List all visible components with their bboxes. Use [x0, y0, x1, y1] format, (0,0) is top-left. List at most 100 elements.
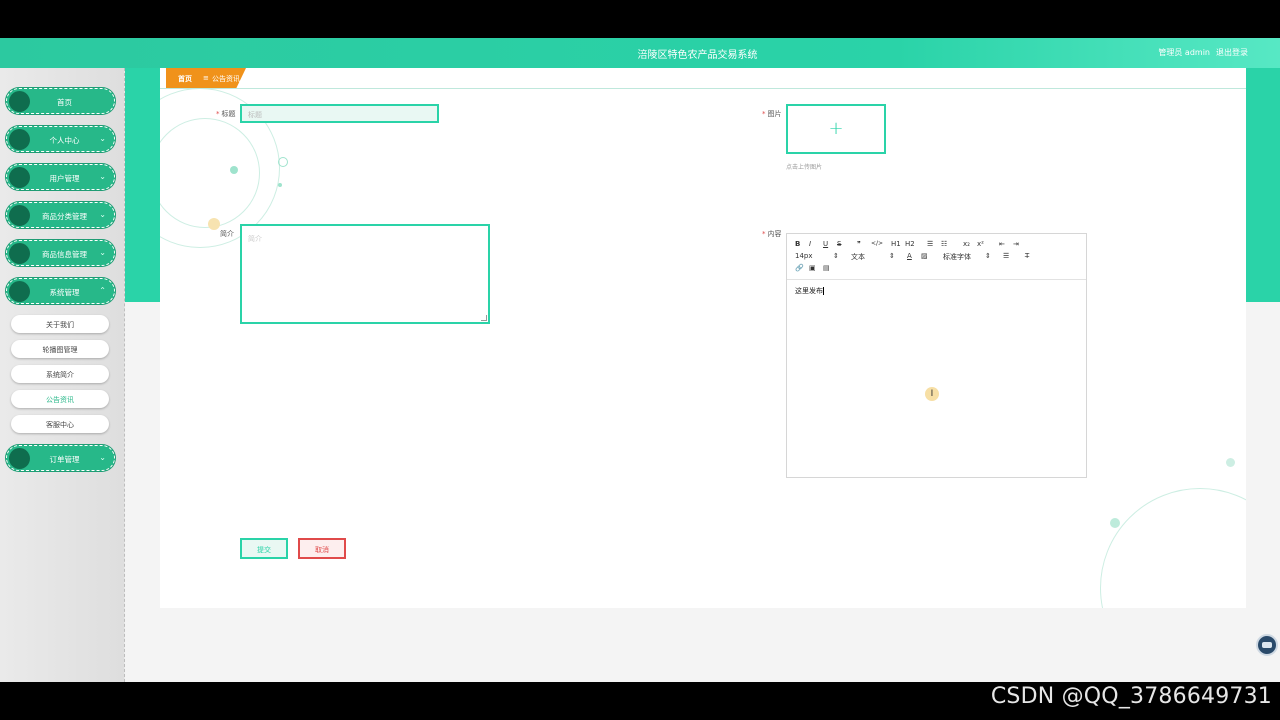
background-color-icon[interactable]: ▨ — [921, 252, 928, 260]
sidebar: 首页 个人中心 ⌄ 用户管理 ⌄ 商品分类管理 ⌄ 商品信息管理 ⌄ 系统管理 … — [0, 68, 125, 682]
menu-dot-icon — [9, 91, 30, 112]
subscript-button[interactable]: x₂ — [963, 240, 970, 248]
chevron-down-icon: ⌄ — [99, 453, 106, 462]
breadcrumb-separator: ≡ — [203, 74, 209, 82]
menu-dot-icon — [9, 167, 30, 188]
menu-dot-icon — [9, 205, 30, 226]
chevron-down-icon: ⌄ — [99, 172, 106, 181]
upload-hint: 点击上传图片 — [786, 164, 823, 171]
breadcrumb: 首页 ≡ 公告资讯 — [166, 68, 246, 88]
sidebar-item-label: 用户管理 — [49, 174, 80, 183]
sidebar-item-home[interactable]: 首页 — [6, 88, 115, 114]
user-info: 管理员 admin — [1158, 47, 1210, 58]
sidebar-item-category-management[interactable]: 商品分类管理 ⌄ — [6, 202, 115, 228]
subitem-customer-service[interactable]: 客服中心 — [11, 415, 109, 433]
intro-label: 简介 — [220, 230, 234, 238]
submit-button[interactable]: 提交 — [240, 538, 288, 559]
chevron-down-icon: ⌄ — [99, 248, 106, 257]
content-label: * 内容 — [762, 230, 782, 238]
subitem-system-intro[interactable]: 系统简介 — [11, 365, 109, 383]
sidebar-item-product-management[interactable]: 商品信息管理 ⌄ — [6, 240, 115, 266]
sidebar-item-label: 商品分类管理 — [42, 212, 87, 221]
resize-grip-icon[interactable] — [481, 315, 487, 321]
menu-dot-icon — [9, 243, 30, 264]
title-input[interactable]: 标题 — [240, 104, 439, 123]
subitem-carousel[interactable]: 轮播图管理 — [11, 340, 109, 358]
divider — [160, 88, 1246, 89]
plus-icon: + — [828, 118, 844, 139]
deco-dot — [208, 218, 220, 230]
app-title: 涪陵区特色农产品交易系统 — [637, 50, 758, 61]
user-name: 管理员 admin — [1158, 48, 1210, 57]
italic-button[interactable]: I — [809, 240, 811, 248]
video-top-bar — [0, 0, 1280, 38]
sidebar-item-label: 商品信息管理 — [42, 250, 87, 259]
h1-button[interactable]: H1 — [891, 240, 901, 248]
ibeam-cursor-icon: I — [925, 387, 939, 401]
link-icon[interactable]: 🔗 — [795, 264, 804, 272]
content-card: 首页 ≡ 公告资讯 * 标题 标题 * 图片 + 点击上传图片 简介 简介 * 内容 … — [160, 68, 1246, 608]
breadcrumb-home[interactable]: 首页 — [178, 74, 192, 84]
chevron-down-icon: ⌄ — [99, 210, 106, 219]
select-arrow-icon: ⇕ — [985, 252, 991, 260]
select-arrow-icon: ⇕ — [889, 252, 895, 260]
rich-text-editor[interactable]: B I U S ❞ </> H1 H2 ☰ ☷ x₂ x² ⇤ ⇥ 14px ⇕… — [786, 233, 1087, 478]
sidebar-item-user-management[interactable]: 用户管理 ⌄ — [6, 164, 115, 190]
menu-dot-icon — [9, 129, 30, 150]
indent-button[interactable]: ⇥ — [1013, 240, 1019, 248]
sidebar-item-personal-center[interactable]: 个人中心 ⌄ — [6, 126, 115, 152]
assistant-glyph — [1262, 642, 1272, 648]
editor-content[interactable]: 这里发布 — [795, 286, 824, 296]
sidebar-item-label: 个人中心 — [49, 136, 80, 145]
code-button[interactable]: </> — [871, 240, 883, 247]
logout-link[interactable]: 退出登录 — [1216, 47, 1248, 58]
outdent-button[interactable]: ⇤ — [999, 240, 1005, 248]
deco-circle — [1100, 488, 1246, 608]
deco-dot — [1226, 458, 1235, 467]
intro-placeholder: 简介 — [248, 235, 262, 243]
image-label: * 图片 — [762, 110, 782, 118]
deco-dot — [278, 157, 288, 167]
select-arrow-icon: ⇕ — [833, 252, 839, 260]
editor-toolbar: B I U S ❞ </> H1 H2 ☰ ☷ x₂ x² ⇤ ⇥ 14px ⇕… — [787, 234, 1086, 280]
cancel-button[interactable]: 取消 — [298, 538, 346, 559]
app-screen: 涪陵区特色农产品交易系统 管理员 admin 退出登录 首页 个人中心 ⌄ 用户… — [0, 38, 1280, 682]
app-header: 涪陵区特色农产品交易系统 管理员 admin 退出登录 — [0, 38, 1280, 68]
align-icon[interactable]: ☰ — [1003, 252, 1009, 260]
title-label: * 标题 — [216, 110, 236, 118]
menu-dot-icon — [9, 448, 30, 469]
subitem-announcements[interactable]: 公告资讯 — [11, 390, 109, 408]
font-color-icon[interactable]: A — [907, 252, 912, 260]
sidebar-item-label: 系统管理 — [49, 288, 80, 297]
font-size-select[interactable]: 14px — [795, 252, 813, 260]
ordered-list-button[interactable]: ☰ — [927, 240, 933, 248]
underline-button[interactable]: U — [823, 240, 828, 248]
watermark: CSDN @QQ_3786649731 — [990, 684, 1272, 709]
intro-textarea[interactable]: 简介 — [240, 224, 490, 324]
text-caret — [823, 287, 824, 295]
deco-dot — [230, 166, 238, 174]
superscript-button[interactable]: x² — [977, 240, 984, 248]
text-style-select[interactable]: 文本 — [851, 252, 865, 262]
image-upload-button[interactable]: + — [786, 104, 886, 154]
quote-button[interactable]: ❞ — [857, 240, 861, 248]
video-icon[interactable]: ▤ — [823, 264, 830, 272]
bullet-list-button[interactable]: ☷ — [941, 240, 947, 248]
sidebar-item-label: 订单管理 — [49, 455, 80, 464]
chevron-down-icon: ⌄ — [99, 134, 106, 143]
clear-format-icon[interactable]: T̶ — [1025, 252, 1029, 260]
deco-dot — [278, 183, 282, 187]
image-icon[interactable]: ▣ — [809, 264, 816, 272]
strike-button[interactable]: S — [837, 240, 841, 248]
bold-button[interactable]: B — [795, 240, 800, 248]
floating-assistant-icon[interactable] — [1256, 634, 1278, 656]
sidebar-item-order-management[interactable]: 订单管理 ⌄ — [6, 445, 115, 471]
subitem-about-us[interactable]: 关于我们 — [11, 315, 109, 333]
deco-dot — [1110, 518, 1120, 528]
menu-dot-icon — [9, 281, 30, 302]
h2-button[interactable]: H2 — [905, 240, 915, 248]
chevron-up-icon: ⌃ — [99, 286, 106, 295]
font-family-select[interactable]: 标准字体 — [943, 252, 971, 262]
sidebar-item-label: 首页 — [57, 98, 72, 107]
sidebar-item-system-management[interactable]: 系统管理 ⌃ — [6, 278, 115, 304]
